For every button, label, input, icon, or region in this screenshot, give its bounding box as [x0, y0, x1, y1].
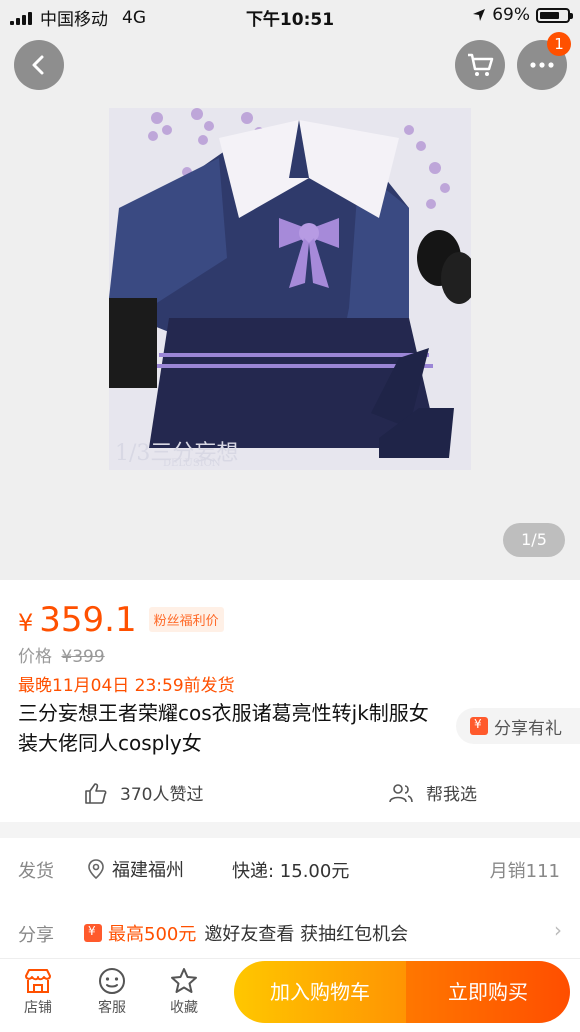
battery-percent: 69%: [492, 5, 530, 25]
bottom-action-bar: 店铺 客服 收藏 加入购物车 立即购买: [0, 958, 580, 1032]
monthly-sales: 月销111: [489, 861, 560, 882]
share-gift-label: 分享有礼: [494, 718, 562, 739]
cart-icon: [468, 53, 494, 76]
delivery-row[interactable]: 发货 福建福州 快递: 15.00元 月销111: [0, 838, 580, 898]
customer-service-icon: [99, 968, 125, 994]
product-info: ¥ 359.1 粉丝福利价 价格 ¥399 最晚11月04日 23:59前发货 …: [0, 580, 580, 822]
status-bar: 中国移动 4G 下午10:51 69%: [0, 0, 580, 32]
shipping-deadline: 最晚11月04日 23:59前发货: [18, 676, 235, 696]
red-envelope-icon: [470, 717, 488, 735]
price-row: ¥ 359.1 粉丝福利价: [18, 600, 224, 640]
original-price-label: 价格: [18, 647, 52, 667]
image-counter: 1/5: [503, 523, 565, 557]
service-label: 客服: [98, 1000, 126, 1016]
location-pin-icon: [88, 859, 104, 879]
buy-now-button[interactable]: 立即购买: [406, 961, 570, 1023]
original-price: ¥399: [61, 647, 105, 667]
people-icon: [389, 783, 413, 802]
favorite-button[interactable]: 收藏: [154, 965, 214, 1017]
star-icon: [171, 968, 197, 993]
share-label: 分享: [18, 925, 54, 946]
help-choose-button[interactable]: 帮我选: [388, 780, 477, 805]
share-gift-button[interactable]: 分享有礼: [456, 708, 580, 744]
service-button[interactable]: 客服: [82, 965, 142, 1017]
product-image[interactable]: 1/3三分妄想 DELUSION: [109, 108, 477, 470]
notification-badge: 1: [547, 32, 571, 56]
currency-symbol: ¥: [18, 609, 34, 637]
shipping-fee: 快递: 15.00元: [232, 861, 350, 882]
fan-price-tag: 粉丝福利价: [148, 607, 224, 632]
red-envelope-icon: [84, 924, 102, 942]
price: 359.1: [39, 600, 137, 640]
likes-button[interactable]: 370人赞过: [84, 780, 203, 805]
add-to-cart-button[interactable]: 加入购物车: [234, 961, 406, 1023]
cart-button[interactable]: [455, 40, 505, 90]
original-price-row: 价格 ¥399: [18, 642, 105, 667]
shop-button[interactable]: 店铺: [8, 965, 68, 1017]
favorite-label: 收藏: [170, 1000, 198, 1016]
chevron-left-icon: [32, 55, 44, 75]
share-reward-row[interactable]: 分享 最高500元 邀好友查看 获抽红包机会 ›: [0, 898, 580, 958]
location-arrow-icon: [473, 9, 486, 21]
watermark-sub: DELUSION: [163, 458, 221, 469]
chevron-right-icon: ›: [554, 918, 562, 942]
thumbs-up-icon: [85, 782, 107, 804]
max-reward: 最高500元: [108, 924, 197, 945]
shop-icon: [25, 969, 51, 993]
more-icon: [530, 62, 554, 68]
uniform-illustration: 1/3三分妄想 DELUSION: [109, 108, 477, 470]
more-button[interactable]: 1: [517, 32, 571, 90]
back-button[interactable]: [14, 40, 64, 90]
product-gallery[interactable]: 1/3三分妄想 DELUSION 1 1/5: [0, 0, 580, 580]
delivery-label: 发货: [18, 861, 54, 882]
shop-label: 店铺: [24, 1000, 52, 1016]
shipping-location: 福建福州: [112, 860, 184, 881]
help-choose-label: 帮我选: [426, 785, 477, 805]
likes-count: 370人赞过: [120, 785, 204, 805]
share-reward-text: 邀好友查看 获抽红包机会: [204, 924, 409, 945]
product-title: 三分妄想王者荣耀cos衣服诸葛亮性转jk制服女装大佬同人cosply女: [18, 701, 429, 755]
battery-icon: [536, 7, 573, 23]
